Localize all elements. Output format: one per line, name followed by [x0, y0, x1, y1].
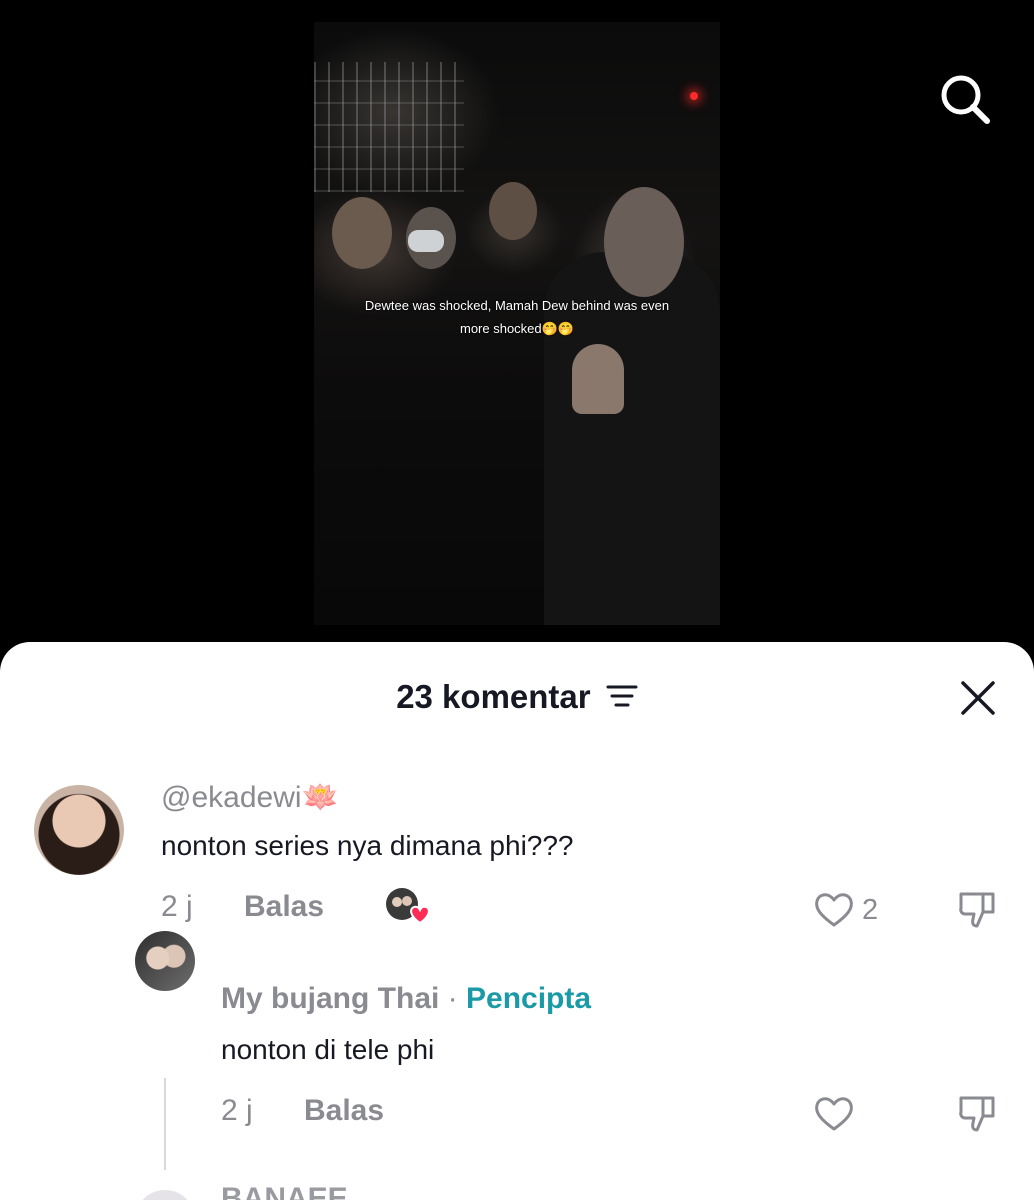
reply-username-line: My bujang Thai · Pencipta: [221, 982, 591, 1016]
comments-count-title: 23 komentar: [396, 678, 591, 715]
video-face-mask: [408, 230, 444, 252]
video-praying-hands: [572, 344, 624, 414]
thumbs-down-icon: [959, 892, 995, 928]
comments-sheet: 23 komentar @ekadewi🪷 nonton series nya …: [0, 642, 1034, 1200]
close-button[interactable]: [958, 678, 998, 718]
video-caption-line2: more shocked🤭🤭: [459, 321, 575, 336]
video-person: [489, 182, 537, 240]
search-button[interactable]: [936, 70, 992, 126]
avatar[interactable]: [34, 785, 124, 875]
comment-username[interactable]: My bujang Thai: [221, 982, 439, 1015]
comment-username[interactable]: BANAEE: [221, 1182, 348, 1200]
video-person: [332, 197, 392, 269]
comments-header: 23 komentar: [0, 678, 1034, 718]
reply-button[interactable]: Balas: [304, 1094, 384, 1128]
dislike-button[interactable]: [957, 888, 999, 930]
video-caption-line1: Dewtee was shocked, Mamah Dew behind was…: [364, 298, 670, 313]
search-icon: [941, 75, 990, 124]
video-red-light: [690, 92, 698, 100]
dislike-button[interactable]: [957, 1092, 999, 1134]
video-caption: Dewtee was shocked, Mamah Dew behind was…: [314, 294, 720, 340]
video-main-person-face: [604, 187, 684, 297]
creator-liked-badge: [385, 885, 433, 927]
comment-username[interactable]: @ekadewi🪷: [161, 780, 339, 815]
comment-text: nonton series nya dimana phi???: [161, 830, 574, 861]
creator-badge: Pencipta: [466, 982, 592, 1015]
video-player[interactable]: Dewtee was shocked, Mamah Dew behind was…: [314, 22, 720, 625]
video-area[interactable]: Dewtee was shocked, Mamah Dew behind was…: [0, 0, 1034, 660]
comment-timestamp: 2 j: [161, 890, 193, 923]
comment-text: nonton di tele phi: [221, 1034, 435, 1065]
thumbs-down-icon: [959, 1096, 995, 1132]
filter-icon: [606, 685, 638, 707]
close-icon: [961, 681, 995, 715]
comment-timestamp: 2 j: [221, 1094, 253, 1127]
like-count: 2: [862, 894, 879, 926]
heart-icon: [815, 1097, 853, 1131]
heart-icon: [410, 905, 430, 925]
like-button[interactable]: [813, 1094, 855, 1132]
avatar[interactable]: [135, 1190, 195, 1200]
video-background-stands: [314, 62, 464, 192]
username-separator: ·: [439, 982, 467, 1015]
thread-line: [164, 1078, 166, 1170]
reply-button[interactable]: Balas: [244, 890, 324, 924]
like-button[interactable]: [813, 890, 855, 928]
avatar[interactable]: [135, 931, 195, 991]
heart-icon: [815, 893, 853, 927]
filter-button[interactable]: [606, 680, 638, 718]
